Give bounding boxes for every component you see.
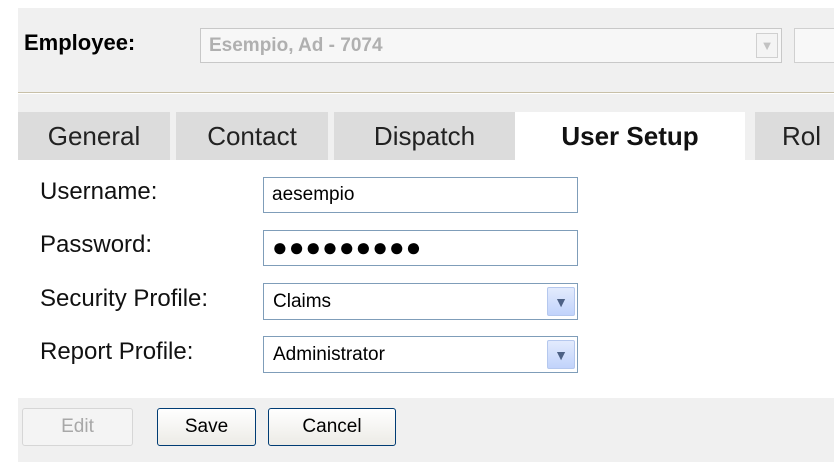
security-profile-value: Claims bbox=[273, 291, 332, 312]
employee-extra-button[interactable] bbox=[794, 28, 834, 63]
password-input[interactable]: ●●●●●●●●● bbox=[263, 230, 578, 266]
chevron-down-icon[interactable]: ▼ bbox=[547, 340, 575, 369]
employee-select-value: Esempio, Ad - 7074 bbox=[209, 35, 383, 56]
user-setup-panel: Username: aesempio Password: ●●●●●●●●● S… bbox=[18, 160, 834, 398]
edit-button[interactable]: Edit bbox=[22, 408, 133, 446]
chevron-down-icon[interactable]: ▼ bbox=[756, 33, 778, 58]
tab-contact[interactable]: Contact bbox=[176, 112, 328, 160]
tab-bar: General Contact Dispatch User Setup Rol bbox=[18, 112, 834, 160]
tab-user-setup[interactable]: User Setup bbox=[515, 112, 745, 160]
screenshot-frame: Employee: Esempio, Ad - 7074 ▼ General C… bbox=[18, 8, 834, 462]
security-profile-select[interactable]: Claims ▼ bbox=[263, 283, 578, 320]
report-profile-value: Administrator bbox=[273, 344, 385, 365]
chevron-down-icon[interactable]: ▼ bbox=[547, 287, 575, 316]
employee-header: Employee: Esempio, Ad - 7074 ▼ bbox=[18, 8, 834, 94]
employee-select[interactable]: Esempio, Ad - 7074 ▼ bbox=[200, 28, 782, 63]
employee-label: Employee: bbox=[24, 30, 136, 55]
button-bar: Edit Save Cancel bbox=[18, 398, 834, 462]
tab-dispatch[interactable]: Dispatch bbox=[334, 112, 515, 160]
tab-roles[interactable]: Rol bbox=[755, 112, 834, 160]
header-divider bbox=[18, 92, 834, 94]
username-label: Username: bbox=[40, 178, 158, 205]
report-profile-label: Report Profile: bbox=[40, 338, 194, 365]
tab-general[interactable]: General bbox=[18, 112, 170, 160]
report-profile-select[interactable]: Administrator ▼ bbox=[263, 336, 578, 373]
security-profile-label: Security Profile: bbox=[40, 285, 209, 312]
cancel-button[interactable]: Cancel bbox=[268, 408, 396, 446]
password-label: Password: bbox=[40, 231, 153, 258]
save-button[interactable]: Save bbox=[157, 408, 256, 446]
username-input[interactable]: aesempio bbox=[263, 177, 578, 213]
